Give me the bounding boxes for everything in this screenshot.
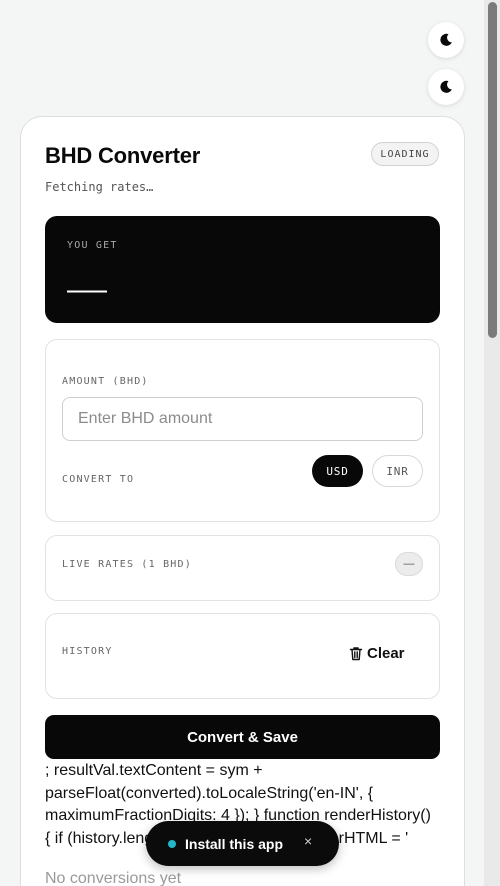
result-value: —— (67, 280, 107, 302)
install-app-label: Install this app (185, 835, 284, 852)
amount-label: AMOUNT (BHD) (62, 376, 149, 387)
moon-icon (440, 80, 452, 93)
trash-icon (349, 646, 363, 660)
install-status-dot (168, 839, 176, 848)
convert-save-button[interactable]: Convert & Save (45, 715, 440, 759)
scrollbar-thumb[interactable] (488, 2, 497, 338)
history-label: HISTORY (62, 646, 113, 657)
amount-input[interactable] (62, 397, 423, 441)
status-badge: LOADING (371, 142, 439, 166)
result-label: YOU GET (67, 240, 118, 251)
page-title: BHD Converter (45, 143, 201, 168)
currency-inr-button[interactable]: INR (372, 455, 423, 487)
rates-toggle-button[interactable]: — (395, 552, 423, 576)
moon-icon (440, 33, 452, 46)
theme-toggle-button[interactable] (428, 22, 464, 58)
history-empty-text: No conversions yet (45, 870, 182, 886)
result-panel: YOU GET —— (45, 216, 440, 323)
live-rates-panel: LIVE RATES (1 BHD) — (45, 535, 440, 601)
clear-history-label: Clear (367, 644, 405, 662)
live-rates-label: LIVE RATES (1 BHD) (62, 559, 192, 570)
clear-history-button[interactable]: Clear (349, 643, 405, 663)
convert-to-label: CONVERT TO (62, 474, 135, 485)
currency-usd-button[interactable]: USD (312, 455, 363, 487)
status-subtitle: Fetching rates… (45, 180, 154, 194)
install-app-banner[interactable]: Install this app × (146, 821, 339, 866)
history-panel: HISTORY Clear (45, 613, 440, 699)
theme-toggle-button-secondary[interactable] (428, 69, 464, 105)
input-panel: AMOUNT (BHD) CONVERT TO USD INR (45, 339, 440, 522)
close-install-banner-button[interactable]: × (304, 833, 312, 849)
